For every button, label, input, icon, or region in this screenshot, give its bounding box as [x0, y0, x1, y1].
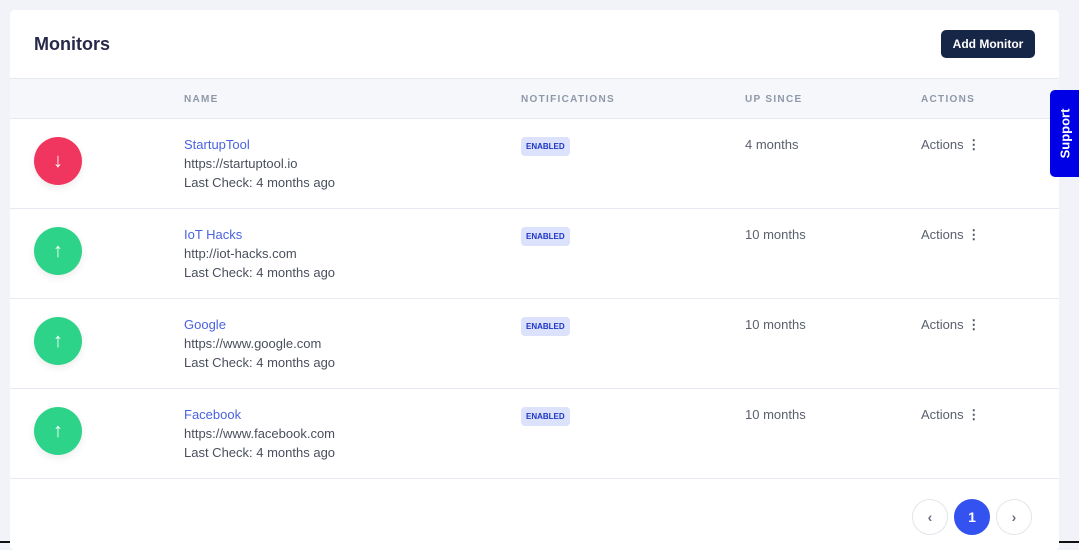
actions-menu-button[interactable]: Actions ⋮	[921, 407, 980, 423]
arrow-down-icon: ↓	[34, 137, 82, 185]
up-since: 4 months	[745, 137, 799, 152]
status-badge: ENABLED	[521, 227, 570, 246]
more-vertical-icon: ⋮	[967, 407, 981, 422]
column-name: NAME	[184, 94, 219, 105]
table-header: NAME NOTIFICATIONS UP SINCE ACTIONS	[10, 78, 1059, 119]
arrow-up-icon: ↑	[34, 407, 82, 455]
monitor-url: https://www.google.com	[184, 336, 322, 351]
last-check: Last Check: 4 months ago	[184, 445, 336, 460]
chevron-left-icon: ‹	[927, 509, 933, 525]
monitor-name-link[interactable]: StartupTool	[184, 137, 250, 152]
more-vertical-icon: ⋮	[967, 227, 981, 242]
monitor-url: https://startuptool.io	[184, 156, 298, 171]
status-badge: ENABLED	[521, 137, 570, 156]
support-button[interactable]: Support	[1050, 90, 1079, 177]
monitor-name-link[interactable]: Google	[184, 317, 226, 332]
chevron-right-icon: ›	[1011, 509, 1017, 525]
table-row: ↓ StartupTool https://startuptool.io Las…	[10, 119, 1059, 209]
actions-menu-button[interactable]: Actions ⋮	[921, 317, 980, 333]
add-monitor-button[interactable]: Add Monitor	[941, 30, 1035, 58]
actions-menu-button[interactable]: Actions ⋮	[921, 137, 980, 153]
table-row: ↑ IoT Hacks http://iot-hacks.com Last Ch…	[10, 209, 1059, 299]
status-badge: ENABLED	[521, 317, 570, 336]
more-vertical-icon: ⋮	[967, 317, 981, 332]
arrow-up-icon: ↑	[34, 317, 82, 365]
page-1-button[interactable]: 1	[954, 499, 990, 535]
status-badge: ENABLED	[521, 407, 570, 426]
page-title: Monitors	[34, 34, 110, 54]
monitor-name-link[interactable]: IoT Hacks	[184, 227, 242, 242]
actions-label: Actions	[921, 227, 964, 242]
up-since: 10 months	[745, 407, 806, 422]
last-check: Last Check: 4 months ago	[184, 355, 336, 370]
last-check: Last Check: 4 months ago	[184, 265, 336, 280]
more-vertical-icon: ⋮	[967, 137, 981, 152]
table-row: ↑ Google https://www.google.com Last Che…	[10, 299, 1059, 389]
actions-label: Actions	[921, 317, 964, 332]
column-actions: ACTIONS	[921, 94, 976, 105]
monitor-url: http://iot-hacks.com	[184, 246, 297, 261]
column-up-since: UP SINCE	[745, 94, 803, 105]
monitor-url: https://www.facebook.com	[184, 426, 336, 441]
last-check: Last Check: 4 months ago	[184, 175, 336, 190]
up-since: 10 months	[745, 317, 806, 332]
next-page-button[interactable]: ›	[996, 499, 1032, 535]
column-notifications: NOTIFICATIONS	[521, 94, 615, 105]
up-since: 10 months	[745, 227, 806, 242]
arrow-up-icon: ↑	[34, 227, 82, 275]
support-label: Support	[1057, 108, 1073, 159]
monitor-name-link[interactable]: Facebook	[184, 407, 241, 422]
actions-label: Actions	[921, 137, 964, 152]
actions-label: Actions	[921, 407, 964, 422]
table-row: ↑ Facebook https://www.facebook.com Last…	[10, 389, 1059, 479]
monitors-card: Monitors Add Monitor NAME NOTIFICATIONS …	[10, 10, 1059, 550]
actions-menu-button[interactable]: Actions ⋮	[921, 227, 980, 243]
prev-page-button[interactable]: ‹	[912, 499, 948, 535]
